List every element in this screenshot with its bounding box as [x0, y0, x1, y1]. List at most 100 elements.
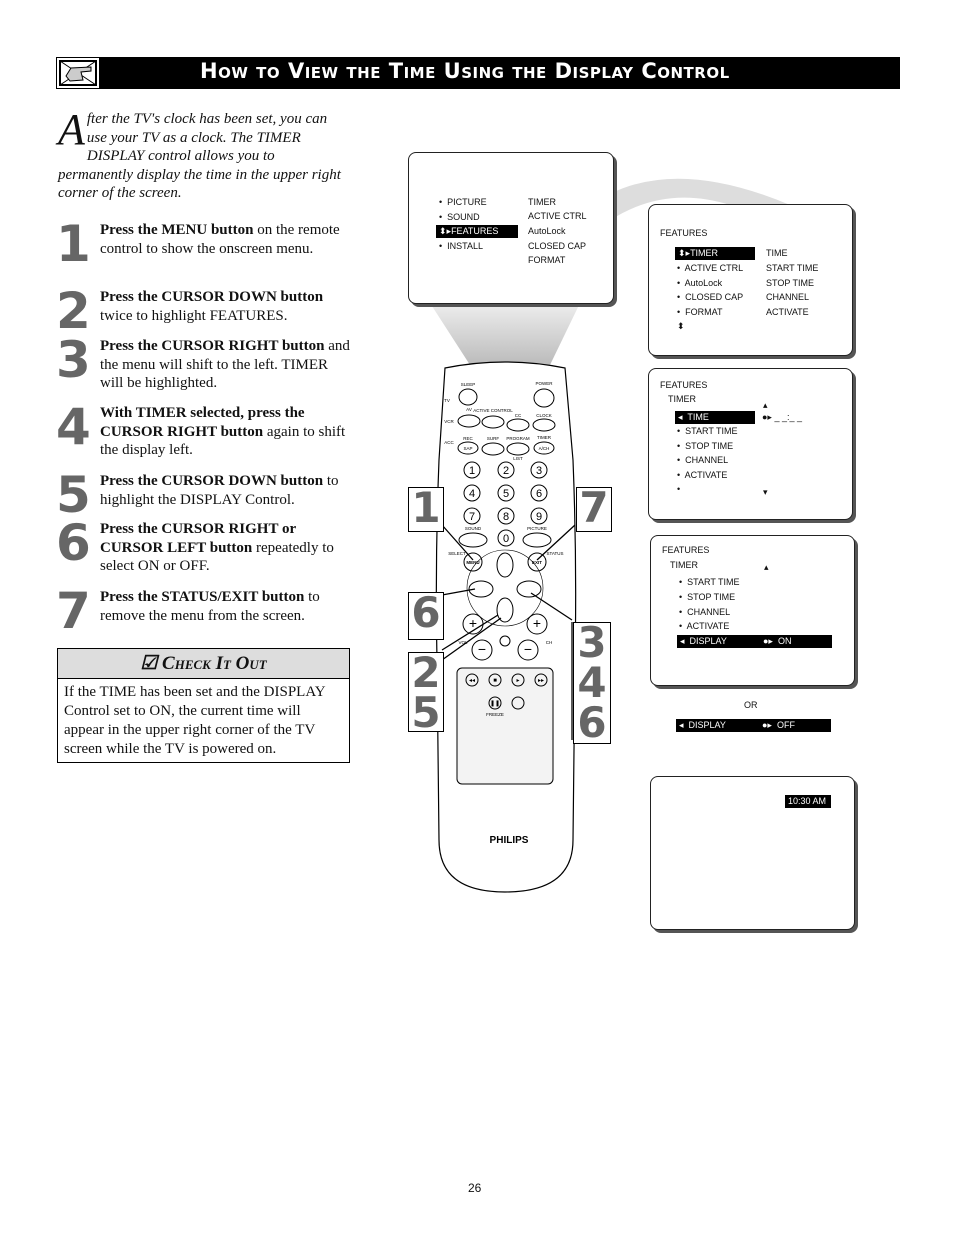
svg-text:SAP: SAP [463, 446, 472, 451]
remote-control: SLEEP POWER TV VCR ACC AV ACTIVE CONTROL C… [435, 361, 577, 893]
tv-screen-main-menu: • PICTURE • SOUND ⬍▸FEATURES • INSTALL T… [408, 152, 614, 304]
menu-item: • PICTURE [439, 197, 487, 207]
time-display-badge: 10:30 AM [785, 795, 831, 808]
power-label: POWER [535, 381, 553, 386]
svg-text:+: + [533, 615, 541, 631]
step-number: 4 [56, 398, 91, 456]
philips-logo: PHILIPS [490, 835, 529, 846]
step-5: Press the CURSOR DOWN button to highligh… [100, 473, 339, 508]
menu-item: • STOP TIME [677, 441, 734, 451]
svg-text:LIST: LIST [513, 456, 523, 461]
submenu-item: TIME [766, 248, 788, 258]
check-it-out-box: ☑ Check It Out If the TIME has been set … [57, 648, 350, 763]
page-number: 26 [468, 1181, 482, 1195]
digit-button[interactable]: 4 [469, 488, 475, 500]
step-3: Press the CURSOR RIGHT button and the me… [100, 338, 350, 392]
scroll-indicator-icon: ▴ [764, 562, 769, 572]
menu-item: • STOP TIME [679, 592, 736, 602]
submenu-item: STOP TIME [766, 278, 815, 288]
svg-text:ACTIVE CONTROL: ACTIVE CONTROL [473, 408, 513, 413]
svg-text:AV: AV [466, 407, 472, 412]
callout-step-7: 7 [576, 487, 612, 532]
digit-button[interactable]: 9 [536, 511, 542, 523]
svg-text:VCR: VCR [444, 419, 454, 424]
screen-title: FEATURES [660, 228, 708, 238]
digit-button[interactable]: 8 [503, 511, 509, 523]
svg-text:−: − [478, 641, 486, 657]
screen-subtitle: TIMER [670, 560, 698, 570]
step-number: 5 [56, 466, 91, 524]
tv-screen-display-on: FEATURES TIMER ▴ • START TIME • STOP TIM… [650, 535, 855, 686]
step-number: 1 [56, 215, 91, 273]
menu-item: • START TIME [677, 426, 738, 436]
digit-button[interactable]: 6 [536, 488, 542, 500]
submenu-item: ACTIVATE [766, 307, 809, 317]
digit-button[interactable]: 3 [536, 465, 542, 477]
step-1: Press the MENU button on the remote cont… [100, 222, 340, 257]
page-title: How to View the Time Using the Display C… [200, 59, 730, 83]
step-4: With TIMER selected, press the CURSOR RI… [100, 405, 346, 459]
display-on-bar: ◂ DISPLAY ●▸ ON [677, 635, 832, 648]
submenu-item: CHANNEL [766, 292, 810, 302]
tv-screen-timer: FEATURES TIMER ▴ ◂ TIME ●▸ _ _:_ _ • STA… [648, 368, 853, 520]
svg-text:PROGRAM: PROGRAM [506, 436, 530, 441]
display-off-bar: ◂ DISPLAY ●▸ OFF [676, 719, 831, 732]
svg-text:❚❚: ❚❚ [490, 700, 500, 707]
svg-text:SOUND: SOUND [465, 526, 482, 531]
sleep-label: SLEEP [461, 382, 476, 387]
digit-button[interactable]: 1 [469, 465, 475, 477]
pointing-hand-icon [56, 57, 100, 89]
svg-text:MENU: MENU [466, 560, 479, 565]
menu-item: • ACTIVATE [677, 470, 728, 480]
screen-title: FEATURES [660, 380, 708, 390]
svg-text:◂◂: ◂◂ [469, 678, 475, 684]
tv-screen-features: FEATURES ⬍▸TIMER • ACTIVE CTRL • AutoLoc… [648, 204, 853, 356]
time-value: ●▸ _ _:_ _ [762, 412, 802, 422]
menu-item-highlighted: ⬍▸FEATURES [436, 225, 518, 238]
menu-item: • ACTIVATE [679, 621, 730, 631]
submenu-item: AutoLock [528, 226, 566, 236]
scroll-indicator-icon: ⬍ [677, 321, 685, 331]
digit-button[interactable]: 7 [469, 511, 475, 523]
svg-text:ACC: ACC [444, 440, 454, 445]
menu-item: • SOUND [439, 212, 480, 222]
svg-text:TV: TV [444, 398, 450, 403]
step-number: 7 [56, 582, 91, 640]
step-number: 3 [56, 331, 91, 389]
svg-text:■: ■ [493, 678, 497, 684]
callout-steps-3-4-6: 346 [573, 622, 611, 744]
or-label: OR [744, 700, 758, 710]
menu-item: • CHANNEL [679, 607, 731, 617]
menu-item-highlighted: ⬍▸TIMER [675, 247, 755, 260]
digit-button[interactable]: 5 [503, 488, 509, 500]
step-2: Press the CURSOR DOWN button twice to hi… [100, 289, 324, 324]
submenu-item: ACTIVE CTRL [528, 211, 587, 221]
submenu-item: TIMER [528, 197, 556, 207]
menu-item: • START TIME [679, 577, 740, 587]
tv-screen-clock: 10:30 AM [650, 776, 855, 930]
down-arrow-icon: ▾ [763, 487, 768, 497]
callout-step-1: 1 [408, 487, 444, 532]
step-6: Press the CURSOR RIGHT or CURSOR LEFT bu… [100, 521, 334, 575]
check-it-out-header: ☑ Check It Out [58, 649, 349, 679]
manual-page: How to View the Time Using the Display C… [0, 0, 954, 1235]
menu-item: • CHANNEL [677, 455, 729, 465]
svg-text:SELECT: SELECT [448, 551, 466, 556]
svg-text:A/CH: A/CH [539, 446, 550, 451]
svg-text:TIMER: TIMER [537, 435, 552, 440]
screen-title: FEATURES [662, 545, 710, 555]
callout-steps-2-5: 25 [408, 652, 444, 734]
submenu-item: FORMAT [528, 255, 566, 265]
digit-button[interactable]: 0 [503, 533, 509, 545]
menu-item-highlighted: ◂ TIME [675, 411, 755, 424]
menu-item: • FORMAT [677, 307, 723, 317]
submenu-item: START TIME [766, 263, 819, 273]
digit-button[interactable]: 2 [503, 465, 509, 477]
svg-text:SURF: SURF [487, 436, 500, 441]
step-number: 2 [56, 282, 91, 340]
svg-text:STATUS: STATUS [546, 551, 563, 556]
menu-bullet: • [677, 484, 681, 494]
menu-item: • ACTIVE CTRL [677, 263, 744, 273]
svg-text:PICTURE: PICTURE [527, 526, 547, 531]
svg-text:▸: ▸ [516, 678, 519, 684]
